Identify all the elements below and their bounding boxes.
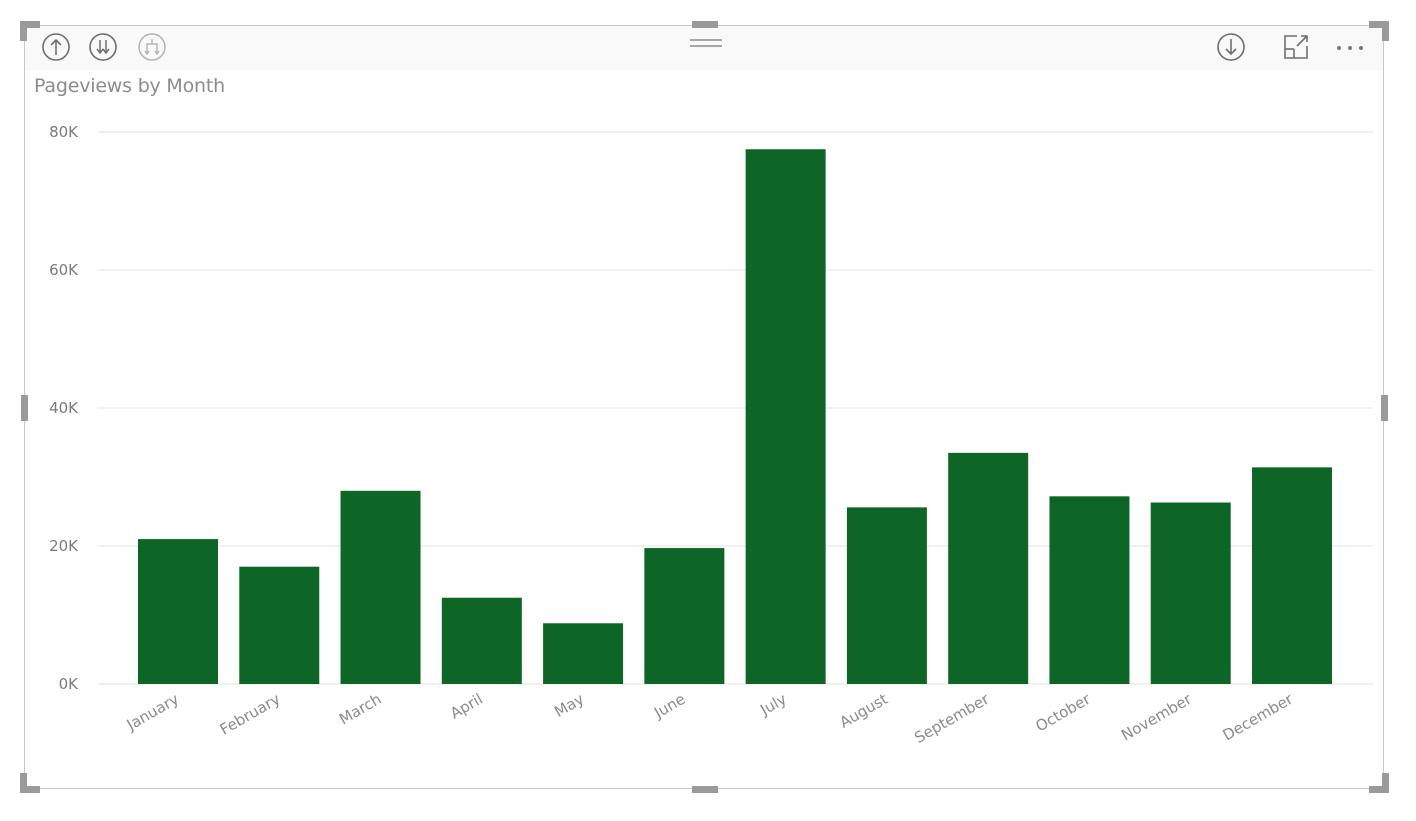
x-tick-label: April bbox=[447, 690, 486, 723]
bar-february[interactable] bbox=[239, 566, 320, 684]
bar-october[interactable] bbox=[1049, 496, 1130, 684]
x-tick-label: November bbox=[1118, 689, 1195, 744]
x-tick-label: May bbox=[551, 690, 587, 721]
bar-november[interactable] bbox=[1150, 502, 1231, 684]
y-tick-label: 60K bbox=[49, 261, 79, 279]
x-tick-label: January bbox=[123, 690, 182, 735]
x-tick-label: December bbox=[1220, 689, 1297, 744]
bar-june[interactable] bbox=[644, 548, 725, 684]
bar-january[interactable] bbox=[138, 539, 218, 684]
x-tick-label: September bbox=[911, 689, 993, 746]
y-tick-label: 80K bbox=[49, 123, 79, 141]
x-tick-label: June bbox=[650, 690, 688, 722]
x-tick-label: March bbox=[336, 690, 385, 728]
bar-march[interactable] bbox=[340, 490, 421, 684]
bar-chart: 0K 20K 40K 60K 80K January February March April… bbox=[49, 123, 1373, 747]
x-axis: January February March April May June July Augu… bbox=[123, 689, 1297, 746]
y-axis: 0K 20K 40K 60K 80K bbox=[49, 123, 79, 693]
x-tick-label: October bbox=[1032, 689, 1094, 735]
bar-april[interactable] bbox=[441, 597, 522, 684]
x-tick-label: August bbox=[836, 690, 891, 732]
bars bbox=[138, 149, 1332, 684]
bar-december[interactable] bbox=[1252, 467, 1332, 684]
y-tick-label: 0K bbox=[59, 675, 80, 693]
bar-july[interactable] bbox=[745, 149, 826, 684]
x-tick-label: February bbox=[217, 690, 284, 739]
y-tick-label: 20K bbox=[49, 537, 79, 555]
x-tick-label: July bbox=[756, 690, 789, 720]
bar-may[interactable] bbox=[543, 623, 624, 684]
bar-september[interactable] bbox=[948, 452, 1029, 684]
bar-august[interactable] bbox=[846, 507, 927, 684]
y-tick-label: 40K bbox=[49, 399, 79, 417]
